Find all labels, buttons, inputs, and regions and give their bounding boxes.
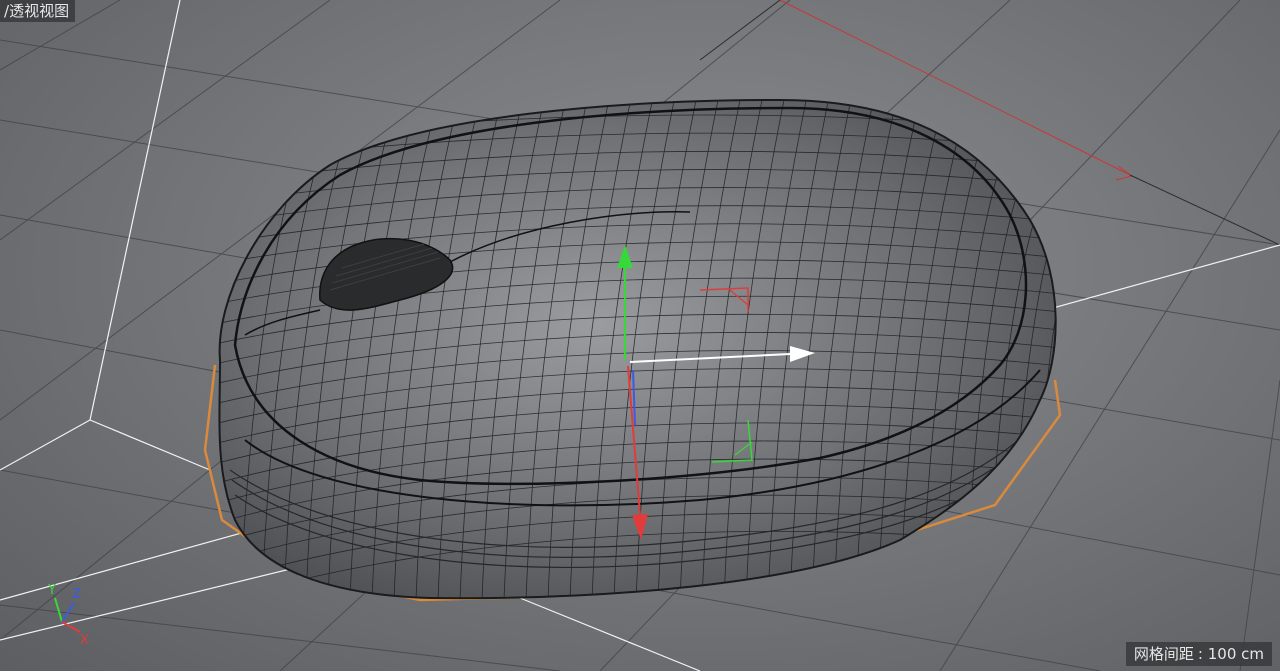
- grid-spacing-label: 网格间距: [1133, 645, 1194, 663]
- view-name-label[interactable]: /透视视图: [0, 0, 76, 22]
- axis-y-label: Y: [47, 583, 56, 598]
- axis-x-label: X: [80, 633, 89, 648]
- axis-z-label: Z: [72, 587, 81, 602]
- scene-canvas[interactable]: Y Z X: [0, 0, 1280, 671]
- perspective-viewport[interactable]: Y Z X /透视视图 网格间距 : 100 cm: [0, 0, 1280, 671]
- grid-spacing-value: : 100 cm: [1197, 645, 1264, 663]
- view-name: 透视视图: [9, 2, 70, 20]
- axis-orientation-icon: [54, 597, 81, 633]
- grid-spacing-readout: 网格间距 : 100 cm: [1125, 642, 1272, 666]
